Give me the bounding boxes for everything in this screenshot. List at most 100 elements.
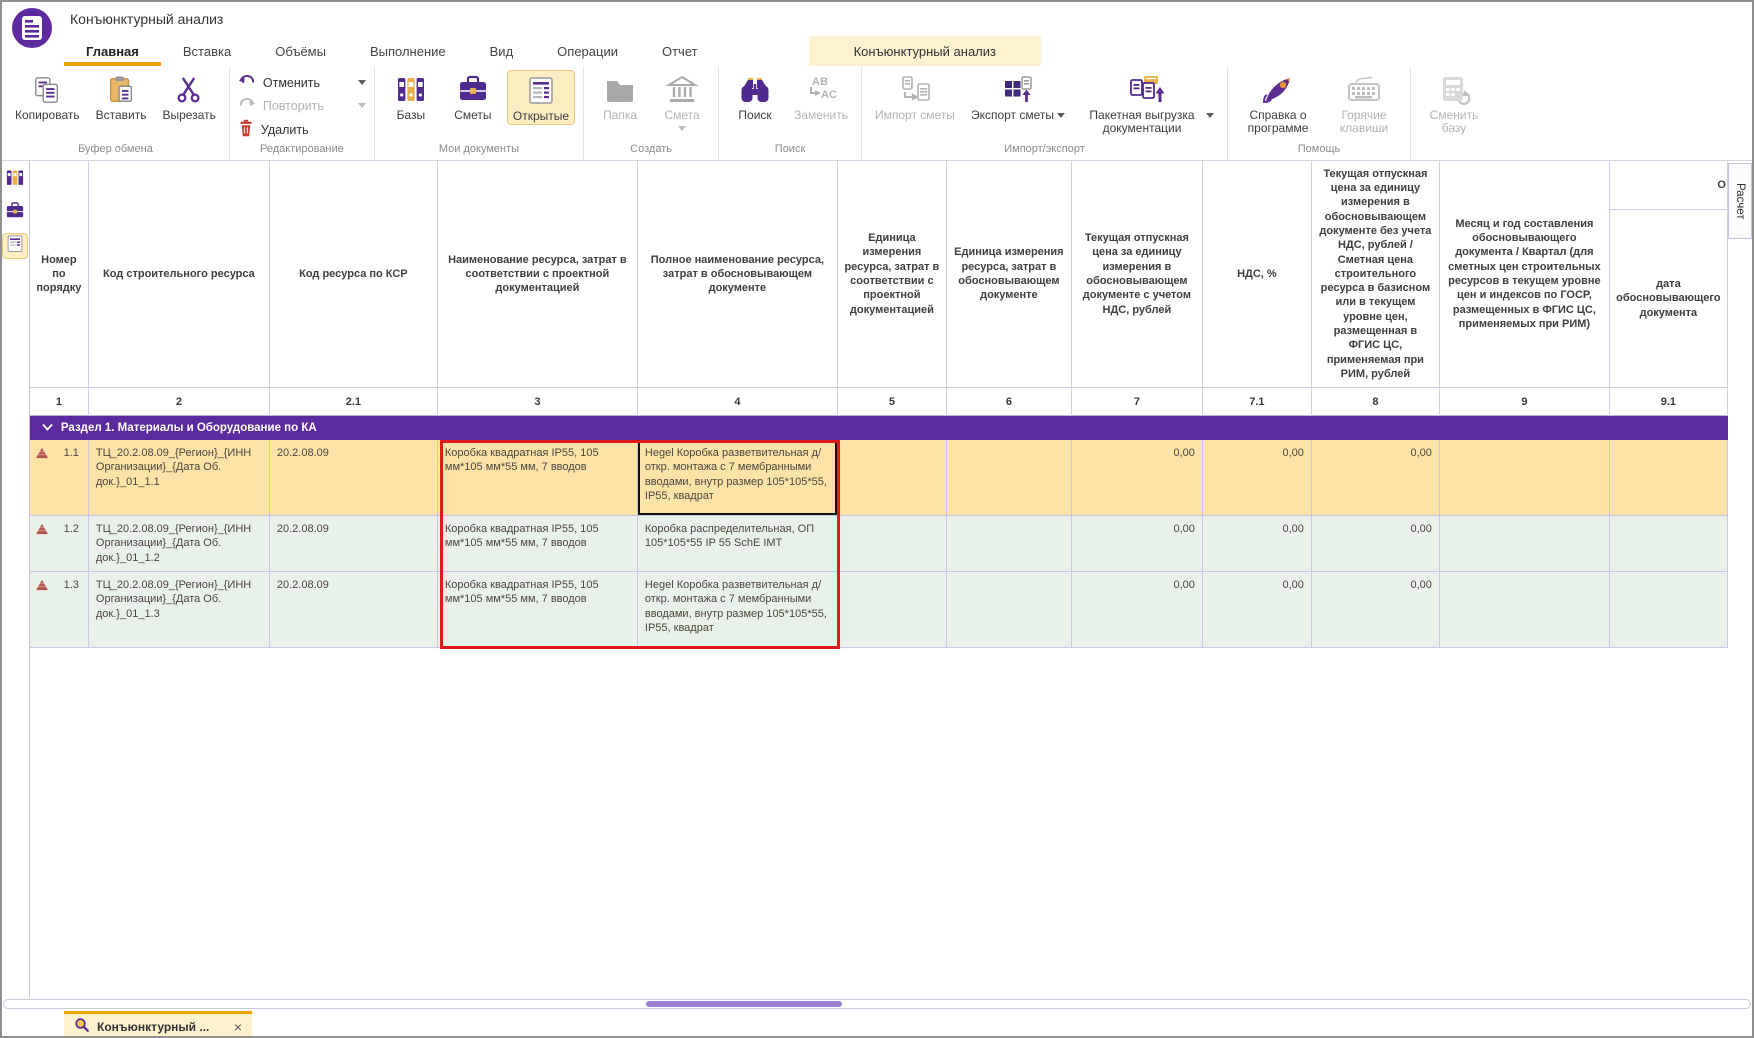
cell-price[interactable]: 0,00 <box>1312 440 1440 516</box>
tab-obyomy[interactable]: Объёмы <box>253 36 348 66</box>
header-unit-project[interactable]: Единица измерения ресурса, затрат в соот… <box>838 161 947 388</box>
batch-dropdown-icon[interactable] <box>1206 113 1214 118</box>
tab-konyunkturny-analiz[interactable]: Конъюнктурный анализ <box>809 36 1041 66</box>
col-num-2[interactable]: 2 <box>89 388 270 416</box>
header-price-without-vat[interactable]: Текущая отпускная цена за единицу измере… <box>1312 161 1440 388</box>
col-num-8[interactable]: 8 <box>1312 388 1440 416</box>
header-name-project[interactable]: Наименование ресурса, затрат в соответст… <box>438 161 638 388</box>
header-fullname-doc[interactable]: Полное наименование ресурса, затрат в об… <box>638 161 838 388</box>
cell-unit-project[interactable] <box>838 440 947 516</box>
mini-sidebar <box>2 161 30 997</box>
cell-unit-project[interactable] <box>838 516 947 572</box>
cell-vat[interactable]: 0,00 <box>1203 572 1312 648</box>
col-num-1[interactable]: 1 <box>30 388 89 416</box>
cell-ksr[interactable]: 20.2.08.09 <box>270 516 438 572</box>
cell-unit-doc[interactable] <box>947 572 1072 648</box>
cell-fullname[interactable]: Коробка распределительная, ОП 105*105*55… <box>638 516 838 572</box>
header-doc-date-group[interactable]: О дата обосновывающего документа <box>1610 161 1728 388</box>
tab-otchet[interactable]: Отчет <box>640 36 720 66</box>
cell-unit-doc[interactable] <box>947 440 1072 516</box>
cell-price-vat[interactable]: 0,00 <box>1072 440 1203 516</box>
copy-icon <box>32 71 62 109</box>
col-num-5[interactable]: 5 <box>838 388 947 416</box>
cell-ksr[interactable]: 20.2.08.09 <box>270 572 438 648</box>
replace-button: AB AC Заменить <box>789 70 853 123</box>
tab-vstavka[interactable]: Вставка <box>161 36 253 66</box>
cell-price[interactable]: 0,00 <box>1312 572 1440 648</box>
cell-unit-doc[interactable] <box>947 516 1072 572</box>
cell-month[interactable] <box>1440 440 1610 516</box>
sidebar-bases-button[interactable] <box>2 167 28 193</box>
section-header-row[interactable]: Раздел 1. Материалы и Оборудование по КА <box>30 416 1728 440</box>
tab-operacii[interactable]: Операции <box>535 36 640 66</box>
cell-name[interactable]: Коробка квадратная IP55, 105 мм*105 мм*5… <box>438 516 638 572</box>
cell-ksr[interactable]: 20.2.08.09 <box>270 440 438 516</box>
cell-code[interactable]: ТЦ_20.2.08.09_{Регион}_{ИНН Организации}… <box>89 440 270 516</box>
row-number: 1.3 <box>64 578 79 592</box>
paste-button[interactable]: Вставить <box>91 70 152 123</box>
undo-button[interactable]: Отменить <box>238 73 366 92</box>
close-tab-icon[interactable]: × <box>234 1020 242 1034</box>
scrollbar-track[interactable] <box>3 999 1751 1009</box>
bases-button[interactable]: Базы <box>383 70 439 123</box>
header-price-with-vat[interactable]: Текущая отпускная цена за единицу измере… <box>1072 161 1203 388</box>
sidebar-estimates-button[interactable] <box>2 200 28 226</box>
header-resource-code[interactable]: Код строительного ресурса <box>89 161 270 388</box>
column-number-row: 1 2 2.1 3 4 5 6 7 7.1 8 9 9.1 <box>30 388 1728 416</box>
delete-button[interactable]: Удалить <box>238 119 366 140</box>
document-area: Номер по порядку Код строительного ресур… <box>2 161 1752 997</box>
copy-button[interactable]: Копировать <box>10 70 85 123</box>
header-vat[interactable]: НДС, % <box>1203 161 1312 388</box>
header-unit-doc[interactable]: Единица измерения ресурса, затрат в обос… <box>947 161 1072 388</box>
export-smeta-button[interactable]: Экспорт сметы <box>966 70 1070 123</box>
col-num-9-1[interactable]: 9.1 <box>1610 388 1728 416</box>
calc-side-tab[interactable]: Расчет <box>1728 163 1752 239</box>
cell-vat[interactable]: 0,00 <box>1203 516 1312 572</box>
col-num-6[interactable]: 6 <box>947 388 1072 416</box>
cut-icon <box>174 71 204 109</box>
col-num-7[interactable]: 7 <box>1072 388 1203 416</box>
cell-fullname[interactable]: Hegel Коробка разветвительная д/откр. мо… <box>638 572 838 648</box>
smeta-button: Смета <box>654 70 710 132</box>
header-month-year[interactable]: Месяц и год составления обосновывающего … <box>1440 161 1610 388</box>
undo-dropdown-icon[interactable] <box>358 80 366 85</box>
open-docs-button[interactable]: Открытые <box>507 70 575 125</box>
scrollbar-thumb[interactable] <box>646 1001 842 1007</box>
cut-button[interactable]: Вырезать <box>158 70 221 123</box>
cell-date[interactable] <box>1610 516 1728 572</box>
tab-glavnaya[interactable]: Главная <box>64 36 161 66</box>
cell-fullname-selected[interactable]: Hegel Коробка разветвительная д/откр. мо… <box>638 440 838 516</box>
cell-month[interactable] <box>1440 516 1610 572</box>
cell-code[interactable]: ТЦ_20.2.08.09_{Регион}_{ИНН Организации}… <box>89 516 270 572</box>
search-button[interactable]: Поиск <box>727 70 783 123</box>
tab-vypolnenie[interactable]: Выполнение <box>348 36 468 66</box>
col-num-3[interactable]: 3 <box>438 388 638 416</box>
col-num-4[interactable]: 4 <box>638 388 838 416</box>
header-number[interactable]: Номер по порядку <box>30 161 89 388</box>
cell-name[interactable]: Коробка квадратная IP55, 105 мм*105 мм*5… <box>438 440 638 516</box>
cell-price-vat[interactable]: 0,00 <box>1072 572 1203 648</box>
about-button[interactable]: Справка о программе <box>1236 70 1320 137</box>
cell-price[interactable]: 0,00 <box>1312 516 1440 572</box>
batch-upload-button[interactable]: Пакетная выгрузка документации <box>1076 70 1219 137</box>
sidebar-open-docs-button[interactable] <box>2 233 28 259</box>
tab-vid[interactable]: Вид <box>468 36 536 66</box>
col-num-9[interactable]: 9 <box>1440 388 1610 416</box>
col-num-7-1[interactable]: 7.1 <box>1203 388 1312 416</box>
cell-month[interactable] <box>1440 572 1610 648</box>
export-dropdown-icon[interactable] <box>1057 113 1065 118</box>
cell-vat[interactable]: 0,00 <box>1203 440 1312 516</box>
ribbon-group-clipboard: Копировать Вставить <box>2 66 230 160</box>
col-num-2-1[interactable]: 2.1 <box>270 388 438 416</box>
cell-date[interactable] <box>1610 572 1728 648</box>
document-tab[interactable]: Конъюнктурный ... × <box>64 1011 252 1038</box>
cell-name[interactable]: Коробка квадратная IP55, 105 мм*105 мм*5… <box>438 572 638 648</box>
cell-price-vat[interactable]: 0,00 <box>1072 516 1203 572</box>
header-ksr-code[interactable]: Код ресурса по КСР <box>270 161 438 388</box>
cell-code[interactable]: ТЦ_20.2.08.09_{Регион}_{ИНН Организации}… <box>89 572 270 648</box>
cell-date[interactable] <box>1610 440 1728 516</box>
collapse-chevron-icon[interactable] <box>42 422 53 434</box>
right-panel-strip: Расчет <box>1728 161 1752 997</box>
cell-unit-project[interactable] <box>838 572 947 648</box>
estimates-button[interactable]: Сметы <box>445 70 501 123</box>
